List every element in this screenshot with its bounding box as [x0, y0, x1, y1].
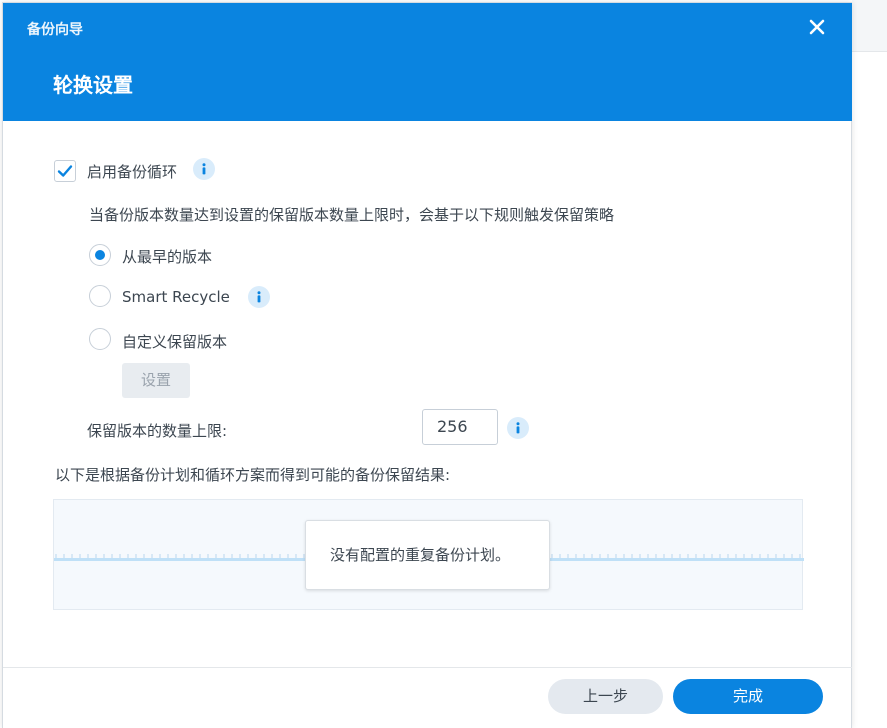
radio-oldest-version[interactable]	[89, 244, 111, 266]
page-title: 轮换设置	[53, 73, 133, 97]
option-custom-retention-label[interactable]: 自定义保留版本	[122, 331, 227, 352]
enable-rotation-label[interactable]: 启用备份循环	[87, 161, 177, 182]
option-oldest-version-label[interactable]: 从最早的版本	[122, 246, 212, 267]
retention-result-label: 以下是根据备份计划和循环方案而得到可能的备份保留结果:	[55, 466, 451, 484]
dialog-header: 备份向导 轮换设置	[3, 3, 852, 121]
max-versions-label: 保留版本的数量上限:	[87, 422, 228, 440]
info-icon[interactable]	[193, 158, 215, 180]
close-icon	[809, 19, 825, 35]
background-panel-edge	[852, 0, 887, 52]
settings-button[interactable]: 设置	[122, 363, 190, 398]
rotation-description: 当备份版本数量达到设置的保留版本数量上限时，会基于以下规则触发保留策略	[89, 206, 615, 224]
done-button[interactable]: 完成	[673, 679, 823, 714]
check-icon	[57, 165, 73, 177]
window-title: 备份向导	[27, 22, 83, 38]
footer-divider	[3, 667, 852, 668]
radio-smart-recycle[interactable]	[89, 285, 111, 307]
max-versions-input[interactable]: 256	[422, 409, 498, 445]
info-glyph	[257, 291, 261, 303]
previous-button[interactable]: 上一步	[548, 679, 663, 714]
info-icon[interactable]	[248, 286, 270, 308]
empty-plan-message: 没有配置的重复备份计划。	[305, 520, 550, 590]
backup-wizard-dialog: 备份向导 轮换设置 启用备份循环 当备份版本数量达到设置的保留版本数量上限时，会…	[2, 2, 852, 728]
enable-rotation-checkbox[interactable]	[54, 160, 76, 182]
info-glyph	[202, 163, 206, 175]
radio-custom-retention[interactable]	[89, 328, 111, 350]
close-button[interactable]	[805, 15, 829, 39]
info-glyph	[516, 422, 520, 434]
option-smart-recycle-label[interactable]: Smart Recycle	[122, 288, 230, 306]
info-icon[interactable]	[507, 417, 529, 439]
